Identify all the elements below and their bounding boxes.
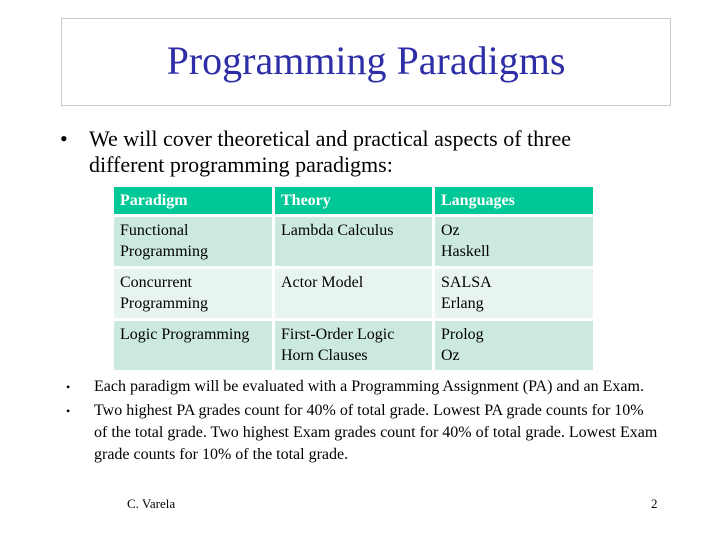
sub-bullet-text: Two highest PA grades count for 40% of t…: [94, 402, 658, 463]
cell-line: Erlang: [441, 295, 484, 312]
cell-paradigm: Logic Programming: [114, 321, 272, 370]
cell-languages: Oz Haskell: [435, 217, 593, 266]
bullet-icon: •: [66, 404, 71, 418]
cell-line: First-Order Logic: [281, 326, 395, 343]
cell-line: Prolog: [441, 326, 484, 343]
sub-bullet-evaluation: • Each paradigm will be evaluated with a…: [60, 376, 660, 398]
sub-bullet-list: • Each paradigm will be evaluated with a…: [60, 376, 660, 468]
cell-paradigm: Concurrent Programming: [114, 269, 272, 318]
cell-line: Oz: [441, 347, 460, 364]
cell-line: Lambda Calculus: [281, 222, 394, 239]
cell-theory: First-Order Logic Horn Clauses: [275, 321, 432, 370]
footer-author: C. Varela: [127, 496, 176, 511]
table-row: Functional Programming Lambda Calculus O…: [114, 217, 593, 266]
cell-line: Concurrent: [120, 274, 192, 291]
cell-line: Horn Clauses: [281, 347, 368, 364]
cell-line: Actor Model: [281, 274, 364, 291]
table-row: Concurrent Programming Actor Model SALSA…: [114, 269, 593, 318]
cell-line: Oz: [441, 222, 460, 239]
cell-line: SALSA: [441, 274, 492, 291]
sub-bullet-grading: • Two highest PA grades count for 40% of…: [60, 400, 660, 466]
cell-line: Logic Programming: [120, 326, 250, 343]
intro-bullet-text: We will cover theoretical and practical …: [89, 126, 571, 177]
cell-line: Functional: [120, 222, 189, 239]
bullet-icon: •: [60, 126, 68, 151]
cell-theory: Actor Model: [275, 269, 432, 318]
slide-title: Programming Paradigms: [166, 37, 566, 83]
paradigms-table: Paradigm Theory Languages Functional Pro…: [111, 184, 596, 373]
cell-languages: SALSA Erlang: [435, 269, 593, 318]
cell-line: Programming: [120, 243, 208, 260]
bullet-icon: •: [66, 380, 71, 394]
title-box: Programming Paradigms: [61, 18, 671, 106]
page-number: 2: [651, 496, 658, 511]
cell-line: Haskell: [441, 243, 490, 260]
table-header-row: Paradigm Theory Languages: [114, 187, 593, 214]
header-theory: Theory: [275, 187, 432, 214]
header-languages: Languages: [435, 187, 593, 214]
cell-line: Programming: [120, 295, 208, 312]
cell-paradigm: Functional Programming: [114, 217, 272, 266]
header-paradigm: Paradigm: [114, 187, 272, 214]
cell-languages: Prolog Oz: [435, 321, 593, 370]
table-row: Logic Programming First-Order Logic Horn…: [114, 321, 593, 370]
sub-bullet-text: Each paradigm will be evaluated with a P…: [94, 378, 644, 395]
cell-theory: Lambda Calculus: [275, 217, 432, 266]
